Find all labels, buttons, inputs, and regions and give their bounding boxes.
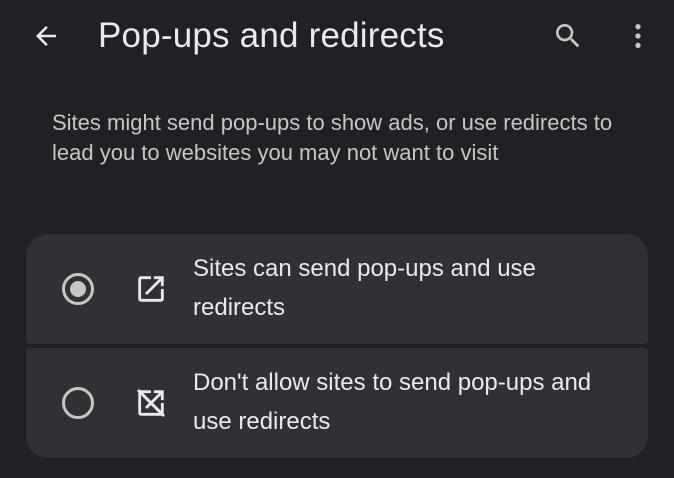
top-app-bar: Pop-ups and redirects [0, 0, 674, 76]
option-block-popups[interactable]: Don't allow sites to send pop-ups and us… [26, 348, 648, 458]
radio-button-unselected[interactable] [62, 387, 94, 419]
radio-button-selected[interactable] [62, 273, 94, 305]
search-button[interactable] [544, 12, 592, 60]
arrow-back-icon [36, 26, 56, 46]
option-allow-popups[interactable]: Sites can send pop-ups and use redirects [26, 234, 648, 344]
option-label: Don't allow sites to send pop-ups and us… [193, 369, 592, 435]
option-label: Sites can send pop-ups and use redirects [193, 255, 536, 321]
open-in-new-icon [134, 272, 168, 306]
search-icon [556, 24, 580, 48]
more-vert-icon [635, 24, 641, 48]
page-title: Pop-ups and redirects [98, 16, 445, 55]
settings-description: Sites might send pop-ups to show ads, or… [52, 110, 613, 165]
more-options-button[interactable] [614, 12, 662, 60]
popups-radio-group: Sites can send pop-ups and use redirects… [26, 234, 648, 458]
back-button[interactable] [22, 12, 70, 60]
popups-settings-screen: Pop-ups and redirects Sites might send p… [0, 0, 674, 478]
open-in-new-off-icon [134, 386, 168, 420]
